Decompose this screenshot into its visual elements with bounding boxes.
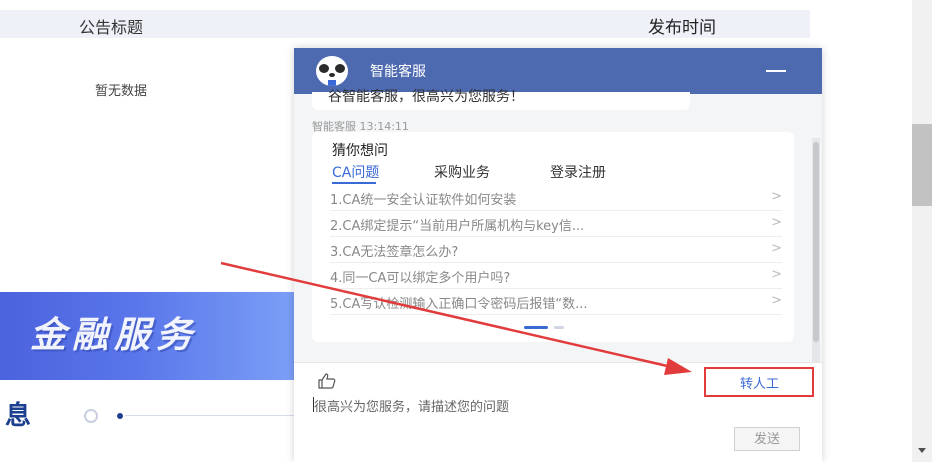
question-item[interactable]: 4.同一CA可以绑定多个用户吗? > <box>330 262 782 289</box>
section-title: 息 <box>5 401 32 431</box>
question-text: 2.CA绑定提示“当前用户所属机构与key信... <box>330 219 585 234</box>
suggestion-card: 猜你想问 CA问题 采购业务 登录注册 1.CA统一安全认证软件如何安装 > 2… <box>312 132 794 342</box>
message-input[interactable]: 很高兴为您服务，请描述您的问题 <box>314 396 509 415</box>
section-divider <box>125 415 295 416</box>
tab-ca-question[interactable]: CA问题 <box>332 162 379 182</box>
guess-title: 猜你想问 <box>332 143 388 159</box>
chevron-right-icon: > <box>771 215 782 230</box>
chat-input-area: 转人工 很高兴为您服务，请描述您的问题 发送 <box>294 362 822 462</box>
chat-scrollbar[interactable] <box>812 138 820 378</box>
question-text: 4.同一CA可以绑定多个用户吗? <box>330 271 511 286</box>
question-item[interactable]: 5.CA写认检测输入正确口令密码后报错“数... > <box>330 288 782 315</box>
transfer-to-agent-button[interactable]: 转人工 <box>740 373 779 392</box>
question-text: 1.CA统一安全认证软件如何安装 <box>330 193 517 208</box>
chat-scrollbar-thumb[interactable] <box>813 142 819 342</box>
question-item[interactable]: 1.CA统一安全认证软件如何安装 > <box>330 184 782 211</box>
chevron-right-icon: > <box>771 267 782 282</box>
page-scrollbar-thumb[interactable] <box>912 124 932 206</box>
question-item[interactable]: 3.CA无法签章怎么办? > <box>330 236 782 263</box>
chevron-right-icon: > <box>771 241 782 256</box>
thumbs-up-icon[interactable] <box>318 373 336 389</box>
section-bullet <box>117 413 123 419</box>
question-text: 5.CA写认检测输入正确口令密码后报错“数... <box>330 297 588 312</box>
chat-widget: 智能客服 谷智能客服，很高兴为您服务！ 智能客服 13:14:11 猜你想问 C… <box>294 48 822 462</box>
tab-procurement[interactable]: 采购业务 <box>434 162 490 182</box>
announcement-table-header: 公告标题 发布时间 <box>0 10 810 38</box>
column-time-header: 发布时间 <box>648 18 716 38</box>
greeting-bubble: 谷智能客服，很高兴为您服务！ <box>312 89 690 110</box>
column-title-header: 公告标题 <box>79 18 144 37</box>
chevron-right-icon: > <box>771 293 782 308</box>
tab-login-register[interactable]: 登录注册 <box>550 162 606 182</box>
page-scrollbar[interactable] <box>912 0 932 462</box>
empty-state-text: 暂无数据 <box>95 84 148 99</box>
finance-service-banner[interactable]: 金融服务 <box>0 292 300 380</box>
pager-dot[interactable] <box>554 326 564 329</box>
scroll-down-arrow-icon[interactable] <box>918 448 926 453</box>
panda-avatar-icon <box>316 56 348 86</box>
send-button[interactable]: 发送 <box>734 427 800 451</box>
gear-icon <box>84 409 98 423</box>
greeting-text: 谷智能客服，很高兴为您服务！ <box>328 89 524 105</box>
minimize-icon[interactable] <box>766 70 786 72</box>
question-item[interactable]: 2.CA绑定提示“当前用户所属机构与key信... > <box>330 210 782 237</box>
chevron-right-icon: > <box>771 189 782 204</box>
chat-title: 智能客服 <box>370 64 426 80</box>
question-text: 3.CA无法签章怎么办? <box>330 245 459 260</box>
pager-dot-active[interactable] <box>524 326 548 329</box>
banner-text: 金融服务 <box>30 314 199 356</box>
